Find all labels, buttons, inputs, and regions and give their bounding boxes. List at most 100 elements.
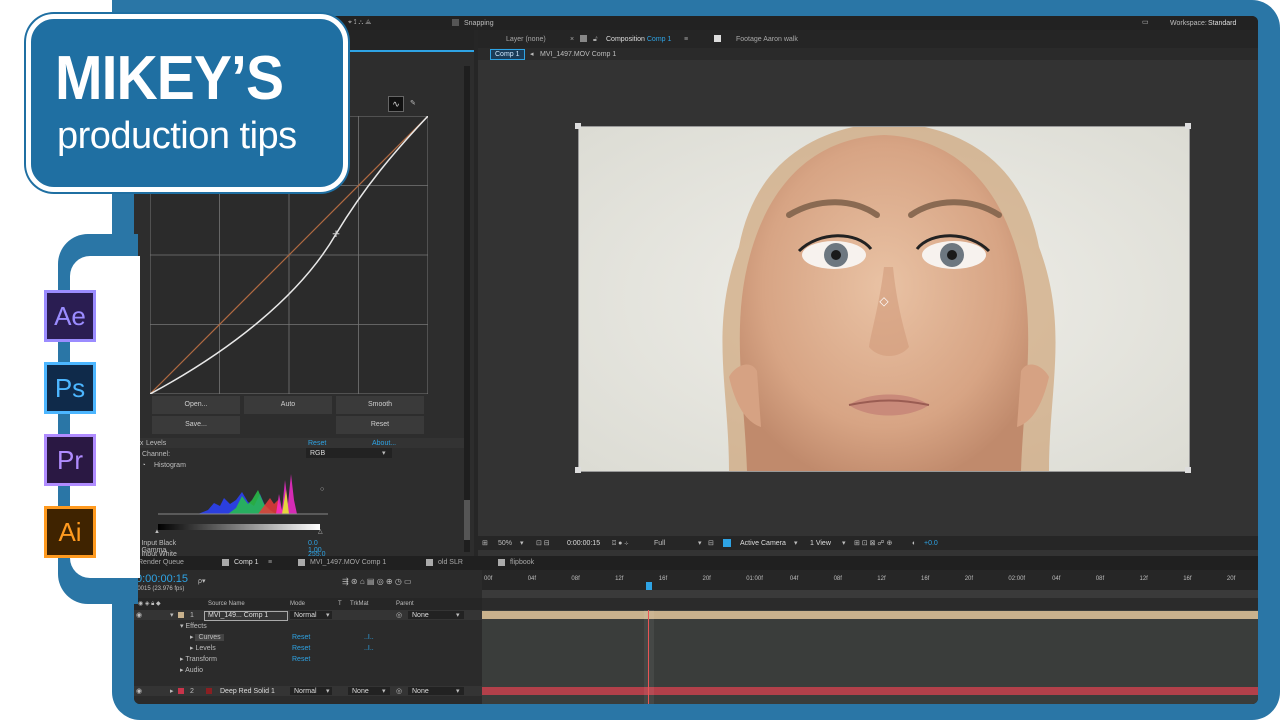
transform-reset-link[interactable]: Reset [292, 656, 310, 663]
time-ruler[interactable]: 00f 04f 08f 12f 16f 20f 01:00f 04f 08f 12f 16f 20f 0… [482, 570, 1258, 598]
levels-timeline-reset-link[interactable]: Reset [292, 645, 310, 652]
work-area-bar[interactable] [482, 590, 1258, 598]
layer-1-duration-bar[interactable] [482, 611, 1258, 619]
brand-subtitle: production tips [57, 115, 297, 157]
col-trkmat[interactable]: TrkMat [350, 601, 368, 607]
exposure-icon[interactable]: ◐ [912, 540, 916, 547]
track-area[interactable] [482, 610, 1258, 704]
transform-row[interactable]: ▸ Transform [180, 656, 217, 663]
menu-icon[interactable]: ≡ [684, 36, 688, 43]
current-time-indicator[interactable] [646, 582, 652, 590]
levels-reset-link[interactable]: Reset [308, 440, 326, 447]
panel-scrollbar[interactable] [464, 66, 470, 552]
black-input-slider-icon[interactable]: ▲ [154, 529, 160, 535]
app-badge-pr: Pr [44, 434, 96, 486]
white-input-slider-icon[interactable]: △ [318, 529, 323, 535]
portrait-image: ◇ [579, 127, 1189, 471]
pencil-icon[interactable]: ✎ [410, 100, 416, 107]
layer-2-duration-bar[interactable] [482, 687, 1258, 695]
ruler-tick-label: 00f [484, 576, 493, 582]
transform-handle[interactable] [575, 467, 581, 473]
tab-composition[interactable]: Composition Comp 1 [606, 36, 671, 43]
label-color-swatch[interactable] [178, 612, 184, 618]
menu-icon[interactable]: ≡ [268, 559, 272, 566]
curves-smooth-button[interactable]: Smooth [336, 396, 424, 414]
breadcrumb-sub[interactable]: MVI_1497.MOV Comp 1 [540, 51, 616, 58]
gamma-value[interactable]: 1.00 [308, 547, 322, 554]
workspace-select[interactable]: Standard [1208, 20, 1236, 27]
histogram-label: Histogram [154, 462, 186, 469]
input-gradient-bar[interactable] [158, 524, 320, 530]
curves-open-button[interactable]: Open... [152, 396, 240, 414]
channel-select[interactable]: RGB ▾ [306, 448, 392, 458]
tab-render-queue[interactable]: Render Queue [138, 559, 184, 566]
tab-comp-1[interactable]: Comp 1 [234, 559, 259, 566]
lock-icon[interactable]: 🔓︎ [593, 36, 598, 44]
chevron-down-icon: ▾ [794, 540, 798, 547]
close-icon[interactable]: × [570, 36, 574, 43]
levels-effect-row[interactable]: ▸ Levels [190, 645, 216, 652]
levels-effect-header [134, 438, 464, 448]
gamma-row: ▸ Gamma 1.00 [134, 547, 474, 556]
curves-save-button[interactable]: Save... [152, 416, 240, 434]
curves-auto-button[interactable]: Auto [244, 396, 332, 414]
timeline-search[interactable]: ρ▾ [198, 578, 206, 585]
curves-reset-button[interactable]: Reset [336, 416, 424, 434]
exposure-value[interactable]: +0.0 [924, 540, 938, 547]
input-black-value[interactable]: 0.0 [308, 540, 318, 547]
breadcrumb-comp[interactable]: Comp 1 [490, 49, 525, 60]
levels-keyframe-graph[interactable]: ..I.. [364, 645, 374, 652]
chevron-down-icon: ▾ [326, 612, 330, 619]
timeline-current-time[interactable]: 0:00:00:15 [136, 573, 188, 585]
tab-mvi-comp[interactable]: MVI_1497.MOV Comp 1 [310, 559, 386, 566]
tab-old-slr[interactable]: old SLR [438, 559, 463, 566]
tab-layer[interactable]: Layer (none) [506, 36, 546, 43]
layer-row[interactable]: ◉ ▸ 2 Deep Red Solid 1 Normal ▾ None ▾ ◎… [134, 686, 482, 696]
comp-tab-icon [426, 559, 433, 566]
curve-mode-icon[interactable]: ∿ [388, 96, 404, 112]
transform-handle[interactable] [575, 123, 581, 129]
expand-icon[interactable]: ▸ [170, 688, 174, 695]
col-parent[interactable]: Parent [396, 601, 414, 607]
layer-number: 2 [190, 688, 194, 695]
transparency-grid-icon[interactable] [723, 539, 731, 547]
layer-row[interactable]: ◉ ▾ 1 MVI_149... Comp 1 Normal ▾ ◎ None … [134, 610, 482, 621]
curves-effect-row[interactable]: ▸ Curves [190, 634, 224, 641]
audio-row[interactable]: ▸ Audio [180, 667, 203, 674]
snapshot-icon[interactable]: ⌼ ● ⊹ [612, 540, 628, 547]
tool-icons[interactable]: ⌖ ⟟ ⛬ ⟁ [348, 19, 372, 26]
col-t[interactable]: T [338, 601, 342, 607]
view-layout-select[interactable]: 1 View [810, 540, 831, 547]
curves-keyframe-graph[interactable]: ..I.. [364, 634, 374, 641]
levels-about-link[interactable]: About... [372, 440, 396, 447]
zoom-select[interactable]: 50% [498, 540, 512, 547]
current-time-display[interactable]: 0:00:00:15 [567, 540, 600, 547]
resolution-select[interactable]: Full [654, 540, 665, 547]
col-mode[interactable]: Mode [290, 601, 305, 607]
effects-toggle[interactable]: ▾ Effects [180, 623, 207, 630]
col-source-name[interactable]: Source Name [208, 601, 245, 607]
safe-zones-icon[interactable]: ⊡ ⊟ [536, 540, 550, 547]
transform-handle[interactable] [1185, 467, 1191, 473]
parent-pickwhip-icon[interactable]: ◎ [396, 688, 402, 695]
always-preview-icon[interactable]: ⊞ [482, 540, 488, 547]
camera-select[interactable]: Active Camera [740, 540, 786, 547]
parent-pickwhip-icon[interactable]: ◎ [396, 612, 402, 619]
timeline-switches-icons[interactable]: ⇶ ⊛ ⌂ ▤ ◎ ⊕ ◷ ▭ [342, 578, 412, 586]
tab-footage[interactable]: Footage Aaron walk [736, 36, 798, 43]
region-icon[interactable]: ⊟ [708, 540, 714, 547]
composition-image[interactable]: ◇ [578, 126, 1190, 472]
viewer-tools-icons[interactable]: ⊞ ⊡ ⊠ ☍ ⊕ [854, 540, 892, 547]
label-color-swatch[interactable] [178, 688, 184, 694]
ruler-tick-label: 08f [571, 576, 580, 582]
expand-icon[interactable]: ▾ [170, 612, 174, 619]
timeline-panel: Render Queue Comp 1 ≡ MVI_1497.MOV Comp … [134, 556, 1258, 704]
timeline-tab-bar: Render Queue Comp 1 ≡ MVI_1497.MOV Comp … [134, 556, 1258, 570]
snapping-checkbox[interactable] [452, 19, 459, 26]
eye-icon[interactable]: ◉ [136, 688, 142, 695]
eye-icon[interactable]: ◉ [136, 612, 142, 619]
tab-flipbook[interactable]: flipbook [510, 559, 534, 566]
curves-reset-link[interactable]: Reset [292, 634, 310, 641]
ruler-tick-label: 01:00f [746, 576, 763, 582]
transform-handle[interactable] [1185, 123, 1191, 129]
